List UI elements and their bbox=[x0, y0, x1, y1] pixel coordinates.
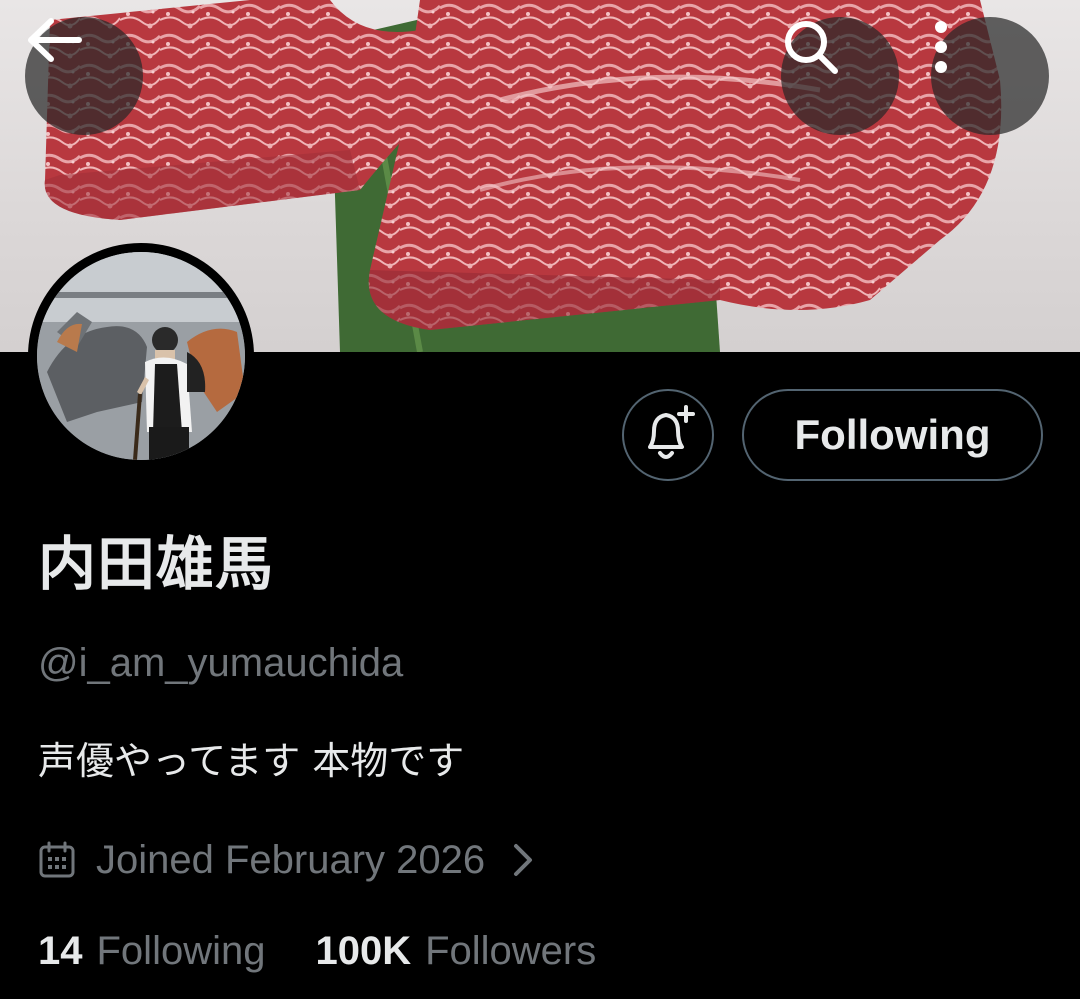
following-count: 14 bbox=[38, 929, 83, 973]
joined-date-text: Joined February 2026 bbox=[96, 837, 486, 882]
avatar[interactable] bbox=[28, 243, 254, 469]
following-label: Following bbox=[96, 929, 266, 973]
arrow-left-icon bbox=[28, 18, 82, 62]
bell-plus-icon bbox=[648, 405, 695, 459]
avatar-image bbox=[37, 252, 245, 460]
joined-date-row[interactable]: Joined February 2026 bbox=[38, 834, 535, 886]
chevron-right-icon bbox=[514, 844, 533, 876]
search-icon bbox=[785, 21, 838, 74]
user-handle: @i_am_yumauchida bbox=[38, 641, 404, 685]
back-button[interactable] bbox=[25, 17, 143, 135]
following-stat-link[interactable]: 14 Following bbox=[38, 925, 265, 977]
followers-count: 100K bbox=[315, 929, 412, 973]
more-options-button[interactable] bbox=[931, 17, 1049, 135]
followers-label: Followers bbox=[425, 929, 597, 973]
following-button[interactable]: Following bbox=[742, 389, 1043, 481]
search-button[interactable] bbox=[781, 17, 899, 135]
calendar-icon bbox=[39, 841, 75, 878]
profile-bio: 声優やってます 本物です bbox=[38, 739, 465, 783]
followers-stat-link[interactable]: 100K Followers bbox=[315, 925, 596, 977]
follow-stats: 14 Following 100K Followers bbox=[38, 925, 596, 977]
notifications-toggle-button[interactable] bbox=[622, 389, 714, 481]
more-vertical-icon bbox=[935, 21, 947, 73]
display-name: 内田雄馬 bbox=[38, 530, 275, 598]
